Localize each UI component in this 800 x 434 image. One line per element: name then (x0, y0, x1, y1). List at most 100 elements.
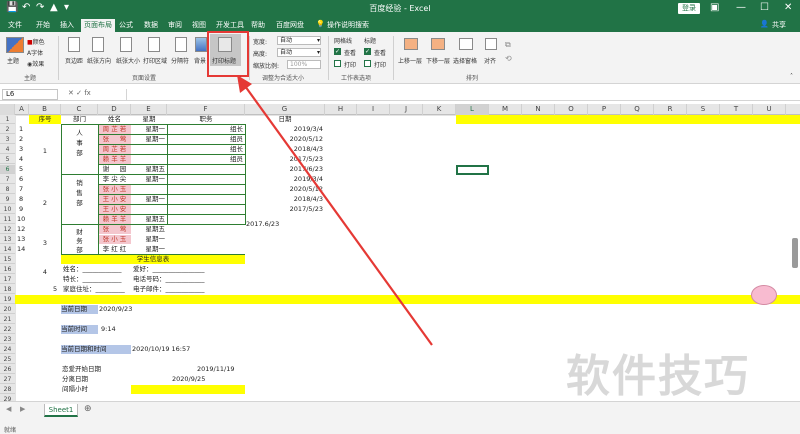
row-header[interactable]: 16 (0, 265, 15, 274)
weekday-cell[interactable]: 星期五 (131, 165, 167, 174)
formula-input[interactable] (126, 89, 798, 100)
job-cell[interactable]: 组员 (167, 135, 245, 144)
cell[interactable]: 1 (19, 125, 23, 134)
row-header[interactable]: 15 (0, 255, 15, 264)
column-header[interactable]: Q (621, 104, 654, 115)
bring-forward-button[interactable]: 上移一层 (398, 56, 422, 65)
column-header[interactable]: F (167, 104, 245, 115)
date-cell[interactable]: 2017/5/23 (245, 205, 325, 214)
size-button[interactable]: 纸张大小 (116, 56, 140, 65)
row-header[interactable]: 1 (0, 115, 15, 124)
cell[interactable]: 5 (19, 165, 23, 174)
current-date-label[interactable]: 当前日期 (61, 305, 98, 314)
date-cell[interactable]: 2020/5/12 (245, 135, 325, 144)
row-header[interactable]: 13 (0, 235, 15, 244)
orientation-button[interactable]: 纸张方向 (87, 56, 111, 65)
row-header[interactable]: 26 (0, 365, 15, 374)
tab-view[interactable]: 视图 (192, 20, 206, 30)
name-cell[interactable]: 王 小 安 (98, 205, 131, 214)
form-name-label[interactable]: 姓名：____________ (63, 265, 143, 274)
form-email-label[interactable]: 电子邮件：____________ (133, 285, 243, 294)
form-hobby-label[interactable]: 爱好：________________ (133, 265, 243, 274)
row-header[interactable]: 20 (0, 305, 15, 314)
name-cell[interactable]: 周 芷 若 (98, 145, 131, 154)
row-header[interactable]: 19 (0, 295, 15, 304)
row-header[interactable]: 12 (0, 225, 15, 234)
page-setup-launcher-icon[interactable]: ⌟ (238, 73, 241, 80)
size-icon[interactable] (120, 37, 132, 52)
headings-view-checkbox[interactable]: ✓ (364, 48, 371, 55)
theme-icon[interactable] (6, 37, 24, 53)
selection-pane-icon[interactable] (459, 38, 473, 50)
group-objects-icon[interactable]: ⧉ (505, 40, 511, 50)
background-icon[interactable] (195, 37, 207, 52)
weekday-cell[interactable]: 星期五 (131, 225, 167, 234)
column-header[interactable]: I (357, 104, 390, 115)
date-cell[interactable]: 2018/4/3 (245, 195, 325, 204)
row-header[interactable]: 3 (0, 135, 15, 144)
column-header[interactable]: R (654, 104, 687, 115)
margins-button[interactable]: 页边距 (65, 56, 83, 65)
ribbon-display-icon[interactable]: ▣ (710, 2, 719, 13)
current-date-value[interactable]: 2020/9/23 (99, 305, 159, 314)
close-icon[interactable]: ✕ (784, 2, 792, 13)
headings-print-checkbox[interactable] (364, 60, 371, 67)
height-dropdown[interactable]: 自动 ▾ (277, 48, 321, 57)
send-backward-button[interactable]: 下移一层 (426, 56, 450, 65)
separation-value[interactable]: 2020/9/25 (172, 375, 222, 384)
name-cell[interactable]: 赖 羊 羊 (98, 155, 131, 164)
tab-scroll-right-icon[interactable]: ▶ (20, 405, 25, 413)
row-header[interactable]: 4 (0, 145, 15, 154)
scale-spinner[interactable]: 100% (287, 60, 321, 69)
column-header[interactable]: G (245, 104, 325, 115)
tell-me-search[interactable]: 操作说明搜索 (327, 20, 369, 30)
weekday-cell[interactable]: 星期一 (131, 235, 167, 244)
maximize-icon[interactable]: ☐ (760, 2, 769, 13)
colors-button[interactable]: ■颜色 (27, 37, 45, 46)
selected-cell-L6[interactable] (456, 165, 489, 175)
cell[interactable]: 7 (19, 185, 23, 194)
name-cell[interactable]: 李 红 红 (98, 245, 131, 254)
column-header[interactable]: C (61, 104, 98, 115)
tab-help[interactable]: 帮助 (251, 20, 265, 30)
row-header[interactable]: 11 (0, 215, 15, 224)
share-button[interactable]: 共享 (772, 20, 786, 30)
date-cell[interactable]: 2020/5/12 (245, 185, 325, 194)
tab-scroll-left-icon[interactable]: ◀ (6, 405, 11, 413)
bring-forward-icon[interactable] (404, 38, 418, 50)
row-header[interactable]: 5 (0, 155, 15, 164)
header-name[interactable]: 姓名 (98, 115, 131, 124)
weekday-cell[interactable]: 星期一 (131, 135, 167, 144)
cell[interactable]: 5 (53, 285, 57, 294)
weekday-cell[interactable]: 星期一 (131, 175, 167, 184)
name-box[interactable]: L6 (2, 89, 58, 100)
tab-page-layout[interactable]: 页面布局 (81, 19, 115, 32)
minimize-icon[interactable]: — (736, 2, 746, 13)
cell[interactable]: 8 (19, 195, 23, 204)
dept-sales[interactable]: 销 售 部 (61, 178, 98, 218)
login-button[interactable]: 登录 (678, 3, 700, 14)
select-all-corner[interactable] (0, 104, 15, 115)
breaks-button[interactable]: 分隔符 (171, 56, 189, 65)
tab-home[interactable]: 开始 (36, 20, 50, 30)
header-weekday[interactable]: 星期 (131, 115, 167, 124)
vertical-scrollbar-thumb[interactable] (792, 238, 798, 268)
enter-icon[interactable]: ✓ (76, 89, 82, 97)
cell[interactable]: 4 (29, 268, 61, 277)
print-area-icon[interactable] (148, 37, 160, 52)
tab-file[interactable]: 文件 (8, 20, 22, 30)
weekday-cell[interactable]: 星期一 (131, 195, 167, 204)
date-cell[interactable]: 2017/6/23 (245, 165, 325, 174)
dept-hr[interactable]: 人 事 部 (61, 128, 98, 168)
theme-button[interactable]: 主题 (7, 56, 19, 65)
column-header[interactable]: P (588, 104, 621, 115)
column-header[interactable]: M (489, 104, 522, 115)
row-header[interactable]: 8 (0, 185, 15, 194)
current-datetime-label[interactable]: 当前日期和时间 (61, 345, 131, 354)
align-icon[interactable] (485, 38, 497, 50)
header-date[interactable]: 日期 (245, 115, 325, 124)
cell[interactable]: 4 (19, 155, 23, 164)
row-header[interactable]: 23 (0, 335, 15, 344)
column-header[interactable]: T (720, 104, 753, 115)
name-cell[interactable]: 谢 园 (98, 165, 131, 174)
